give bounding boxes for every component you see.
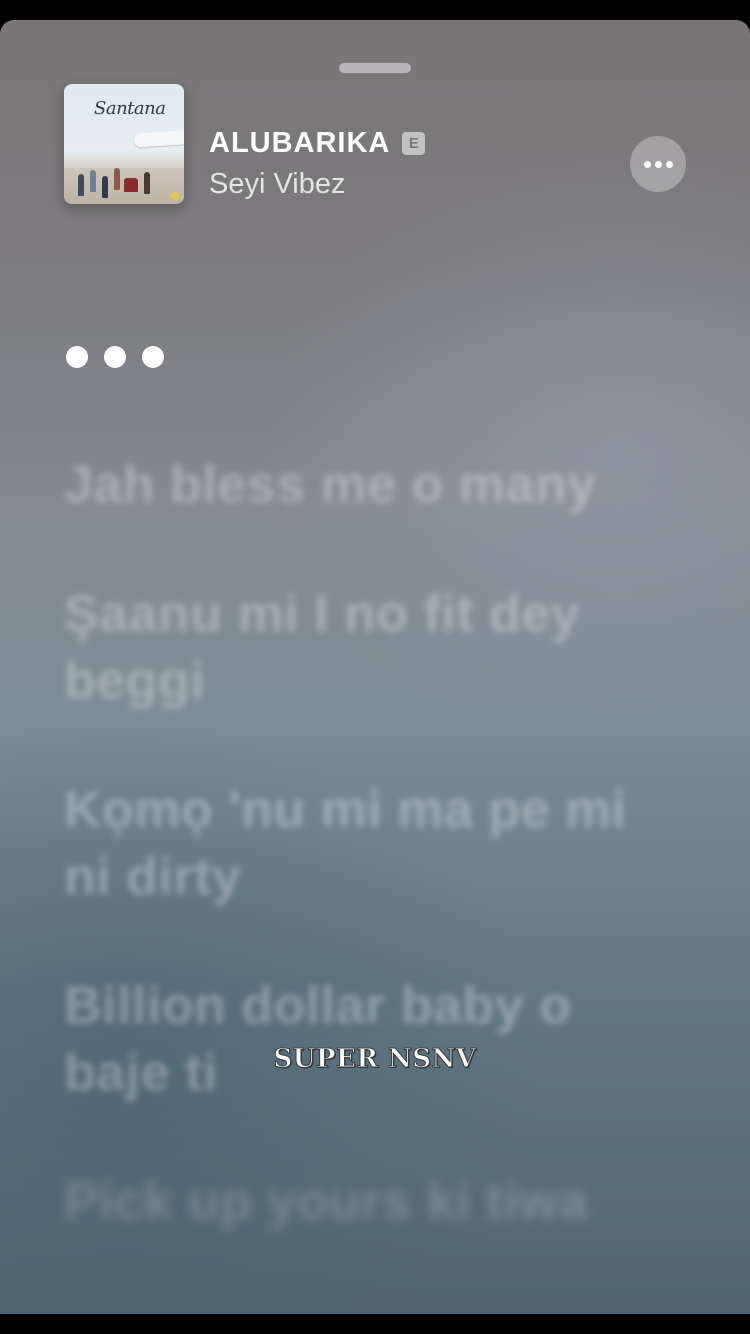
album-art-figure (78, 174, 84, 196)
lyric-line[interactable]: Jah bless me o many (64, 452, 674, 519)
ellipsis-icon (665, 160, 673, 168)
album-art-figure (90, 170, 96, 192)
interlude-dot (142, 346, 164, 368)
lyric-line[interactable]: Billion dollar baby o baje ti (64, 973, 674, 1107)
album-art-plane (133, 130, 184, 148)
sheet-grabber-icon[interactable] (339, 63, 411, 73)
explicit-badge: E (402, 131, 426, 155)
song-title-row: ALUBARIKA E (209, 124, 426, 162)
album-art-figure (144, 172, 150, 194)
interlude-dots-icon (66, 346, 164, 368)
lyric-line[interactable]: Kọmọ 'nu mi ma pe mi ni dirty (64, 777, 674, 911)
album-art-seal (171, 192, 179, 200)
ellipsis-icon (654, 160, 662, 168)
lyrics-list: Jah bless me o many Şaanu mi I no fit de… (64, 452, 674, 1298)
album-art-text: Santana (94, 98, 166, 119)
album-artwork[interactable]: Santana (64, 84, 184, 204)
screen: Santana ALUBARIKA E Seyi Vibez Jah bless… (0, 0, 750, 1334)
ellipsis-icon (643, 160, 651, 168)
artist-name[interactable]: Seyi Vibez (209, 168, 346, 201)
more-options-button[interactable] (630, 136, 686, 192)
album-art-figure (124, 178, 138, 192)
watermark: SUPER NSNV (273, 1044, 477, 1075)
song-title[interactable]: ALUBARIKA (209, 127, 390, 160)
album-art-figure (102, 176, 108, 198)
lyrics-sheet: Santana ALUBARIKA E Seyi Vibez Jah bless… (0, 20, 750, 1314)
interlude-dot (104, 346, 126, 368)
lyric-line[interactable]: Pick up yours ki tiwa (64, 1169, 674, 1236)
interlude-dot (66, 346, 88, 368)
lyric-line[interactable]: Şaanu mi I no fit dey beggi (64, 581, 674, 715)
album-art-figure (114, 168, 120, 190)
